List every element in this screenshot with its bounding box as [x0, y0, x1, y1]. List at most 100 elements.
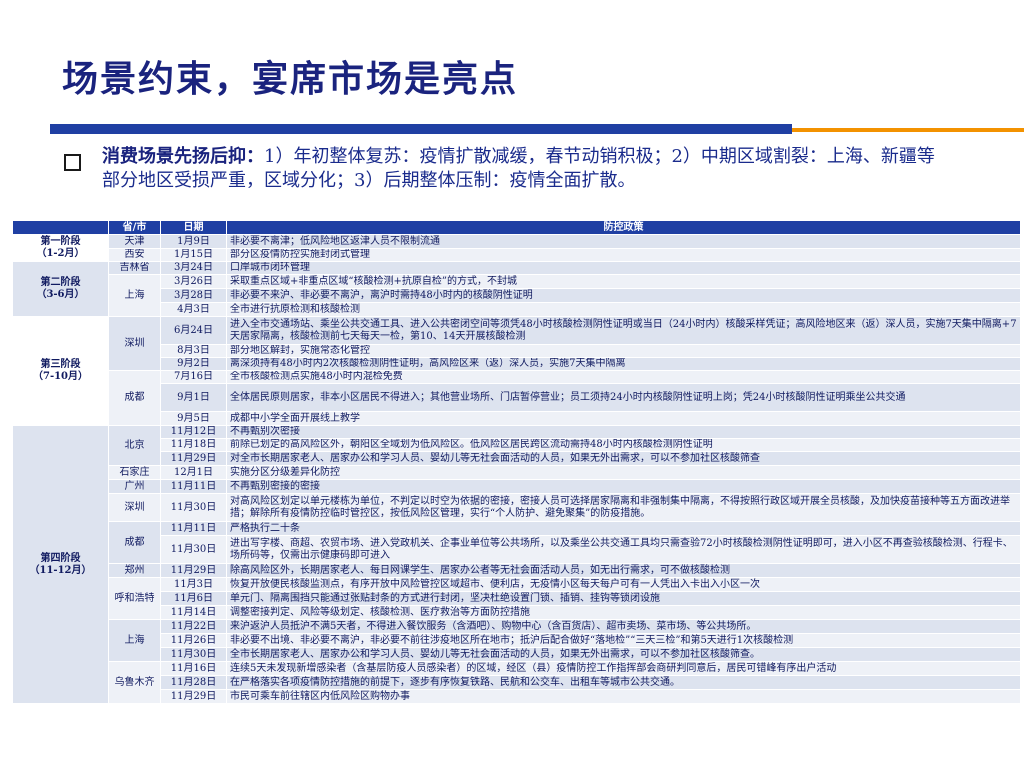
policy-cell: 全市进行抗原检测和核酸检测: [226, 302, 1021, 317]
policy-cell: 进入全市交通场站、乘坐公共交通工具、进入公共密闭空间等须凭48小时核酸检测阴性证…: [226, 316, 1021, 345]
date-cell: 9月5日: [160, 411, 227, 426]
date-cell: 11月16日: [160, 661, 227, 676]
table-row: 3月28日 非必要不来沪、非必要不离沪，离沪时需持48小时内的核酸阴性证明: [13, 288, 1021, 303]
table-body: 第一阶段 （1-2月） 天津 1月9日 非必要不离津；低风险地区返津人员不限制流通 西安…: [12, 234, 1021, 704]
table-row: 11月30日 全市长期居家老人、居家办公和学习人员、婴幼儿等无社会面活动的人员，如…: [13, 647, 1021, 662]
city-cell: 深圳: [108, 493, 161, 522]
policy-cell: 成都中小学全面开展线上教学: [226, 411, 1021, 426]
table-row: 11月14日 调整密接判定、风险等级划定、核酸检测、医疗救治等方面防控措施: [13, 605, 1021, 620]
date-cell: 7月16日: [160, 370, 227, 384]
date-cell: 11月3日: [160, 577, 227, 592]
table-row: 11月29日 对全市长期居家老人、居家办公和学习人员、婴幼儿等无社会面活动的人员，…: [13, 451, 1021, 466]
policy-cell: 全市核酸检测点实施48小时内混检免费: [226, 370, 1021, 384]
policy-cell: 实施分区分级差异化防控: [226, 465, 1021, 480]
date-cell: 11月14日: [160, 605, 227, 620]
policy-cell: 前除已划定的高风险区外，朝阳区全域划为低风险区。低风险区居民跨区流动需持48小时…: [226, 438, 1021, 452]
city-cell: 成都: [108, 370, 161, 426]
policy-cell: 采取重点区域+非重点区域“核酸检测+抗原自检”的方式，不封城: [226, 274, 1021, 289]
date-cell: 12月1日: [160, 465, 227, 480]
date-cell: 11月11日: [160, 521, 227, 536]
policy-cell: 单元门、隔离围挡只能通过张贴封条的方式进行封闭，坚决杜绝设置门锁、插销、挂钩等锁…: [226, 591, 1021, 606]
date-cell: 11月29日: [160, 451, 227, 466]
table-row: 郑州 11月29日 除高风险区外，长期居家老人、每日网课学生、居家办公者等无社会面活…: [13, 563, 1021, 578]
table-row: 11月26日 非必要不出境、非必要不离沪，非必要不前往涉疫地区所在地市；抵沪后配合…: [13, 633, 1021, 648]
city-cell: 西安: [108, 248, 161, 262]
policy-cell: 严格执行二十条: [226, 521, 1021, 536]
table-header-row: 省/市 日期 防控政策: [12, 220, 1021, 235]
date-cell: 11月18日: [160, 438, 227, 452]
policy-cell: 除高风险区外，长期居家老人、每日网课学生、居家办公者等无社会面活动人员，如无出行…: [226, 563, 1021, 578]
date-cell: 11月12日: [160, 425, 227, 439]
table-row: 8月3日 部分地区解封，实施常态化管控: [13, 344, 1021, 358]
table-row: 9月2日 离深须持有48小时内2次核酸检测阴性证明，高风险区来（返）深人员，实施7…: [13, 357, 1021, 371]
date-cell: 8月3日: [160, 344, 227, 358]
policy-cell: 调整密接判定、风险等级划定、核酸检测、医疗救治等方面防控措施: [226, 605, 1021, 620]
table-row: 第一阶段 （1-2月） 天津 1月9日 非必要不离津；低风险地区返津人员不限制流通: [12, 234, 1021, 262]
title-underline-orange: [792, 128, 1024, 132]
stage-label: 第四阶段 （11-12月）: [12, 425, 109, 704]
table-row: 广州 11月11日 不再甄别密接的密接: [13, 479, 1021, 494]
table-row: 第三阶段 （7-10月） 深圳 6月24日 进入全市交通场站、乘坐公共交通工具、进入公…: [12, 316, 1021, 426]
policy-cell: 部分区疫情防控实施封闭式管理: [226, 248, 1021, 262]
date-cell: 11月26日: [160, 633, 227, 648]
policy-cell: 全体居民原则居家，非本小区居民不得进入；其他营业场所、门店暂停营业；员工须持24…: [226, 383, 1021, 412]
date-cell: 11月28日: [160, 675, 227, 690]
table-row: 11月28日 在严格落实各项疫情防控措施的前提下，逐步有序恢复铁路、民航和公交车、…: [13, 675, 1021, 690]
policy-cell: 口岸城市闭环管理: [226, 261, 1021, 275]
date-cell: 11月30日: [160, 535, 227, 564]
policy-cell: 市民可乘车前往辖区内低风险区购物办事: [226, 689, 1021, 704]
city-cell: 乌鲁木齐: [108, 661, 161, 704]
stage-label: 第一阶段 （1-2月）: [12, 234, 109, 262]
policy-cell: 非必要不离津；低风险地区返津人员不限制流通: [226, 234, 1021, 249]
title-underline-blue: [50, 124, 792, 134]
city-cell: 上海: [108, 274, 161, 317]
policy-cell: 离深须持有48小时内2次核酸检测阴性证明，高风险区来（返）深人员，实施7天集中隔…: [226, 357, 1021, 371]
date-cell: 11月29日: [160, 689, 227, 704]
city-cell: 深圳: [108, 316, 161, 371]
policy-cell: 对高风险区划定以单元楼栋为单位，不判定以时空为依据的密接，密接人员可选择居家隔离…: [226, 493, 1021, 522]
table-row: 西安 1月15日 部分区疫情防控实施封闭式管理: [13, 248, 1021, 262]
policy-cell: 恢复开放便民核酸监测点，有序开放中风险管控区域超市、便利店，无疫情小区每天每户可…: [226, 577, 1021, 592]
policy-table: 省/市 日期 防控政策 第一阶段 （1-2月） 天津 1月9日 非必要不离津；低风险地…: [12, 220, 1021, 704]
date-cell: 3月24日: [160, 261, 227, 275]
city-cell: 石家庄: [108, 465, 161, 480]
page-title: 场景约束，宴席市场是亮点: [62, 58, 519, 100]
city-cell: 呼和浩特: [108, 577, 161, 620]
date-cell: 3月28日: [160, 288, 227, 303]
policy-cell: 不再甄别次密接: [226, 425, 1021, 439]
table-row: 9月5日 成都中小学全面开展线上教学: [13, 411, 1021, 426]
intro-lead: 消费场景先扬后抑：: [102, 146, 264, 167]
table-row: 石家庄 12月1日 实施分区分级差异化防控: [13, 465, 1021, 480]
table-row: 呼和浩特 11月3日 恢复开放便民核酸监测点，有序开放中风险管控区域超市、便利店，无…: [13, 577, 1021, 620]
date-cell: 6月24日: [160, 316, 227, 345]
table-row: 11月29日 市民可乘车前往辖区内低风险区购物办事: [13, 689, 1021, 704]
date-cell: 11月11日: [160, 479, 227, 494]
table-row: 11月18日 前除已划定的高风险区外，朝阳区全域划为低风险区。低风险区居民跨区流动…: [13, 438, 1021, 452]
table-row: 成都 7月16日 全市核酸检测点实施48小时内混检免费: [13, 370, 1021, 426]
policy-cell: 非必要不来沪、非必要不离沪，离沪时需持48小时内的核酸阴性证明: [226, 288, 1021, 303]
date-cell: 1月15日: [160, 248, 227, 262]
policy-cell: 全市长期居家老人、居家办公和学习人员、婴幼儿等无社会面活动的人员，如果无外出需求…: [226, 647, 1021, 662]
city-cell: 北京: [108, 425, 161, 466]
city-cell: 成都: [108, 521, 161, 564]
policy-cell: 来沪返沪人员抵沪不满5天者，不得进入餐饮服务（含酒吧）、购物中心（含百货店）、超…: [226, 619, 1021, 634]
policy-cell: 部分地区解封，实施常态化管控: [226, 344, 1021, 358]
table-row: 4月3日 全市进行抗原检测和核酸检测: [13, 302, 1021, 317]
header-date: 日期: [160, 220, 227, 235]
table-row: 上海 11月22日 来沪返沪人员抵沪不满5天者，不得进入餐饮服务（含酒吧）、购物中心…: [13, 619, 1021, 662]
date-cell: 3月26日: [160, 274, 227, 289]
table-row: 乌鲁木齐 11月16日 连续5天未发现新增感染者（含基层防疫人员感染者）的区域，经区…: [13, 661, 1021, 704]
table-row: 深圳 11月30日 对高风险区划定以单元楼栋为单位，不判定以时空为依据的密接，密接人…: [13, 493, 1021, 522]
date-cell: 11月22日: [160, 619, 227, 634]
date-cell: 11月30日: [160, 493, 227, 522]
date-cell: 11月30日: [160, 647, 227, 662]
city-cell: 吉林省: [108, 261, 161, 275]
policy-cell: 在严格落实各项疫情防控措施的前提下，逐步有序恢复铁路、民航和公交车、出租车等城市…: [226, 675, 1021, 690]
intro-paragraph: 消费场景先扬后抑：1）年初整体复苏：疫情扩散减缓，春节动销积极；2）中期区域割裂…: [102, 145, 942, 193]
date-cell: 9月2日: [160, 357, 227, 371]
stage-label: 第三阶段 （7-10月）: [12, 316, 109, 426]
date-cell: 11月6日: [160, 591, 227, 606]
city-cell: 广州: [108, 479, 161, 494]
header-city: 省/市: [108, 220, 161, 235]
header-stage: [12, 220, 109, 235]
